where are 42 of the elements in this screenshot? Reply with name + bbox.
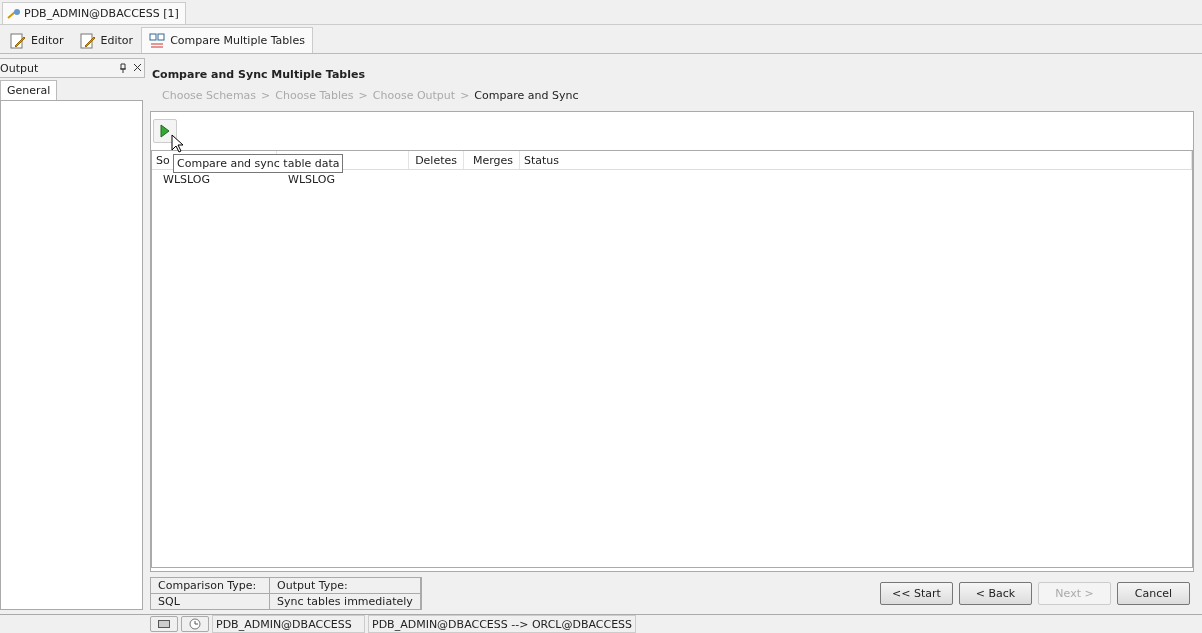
wizard-button[interactable]: << Start	[880, 581, 953, 605]
connection-icon	[7, 7, 21, 20]
step-separator: >	[261, 89, 271, 102]
status-button[interactable]	[150, 616, 178, 632]
column-header[interactable]: Status	[520, 151, 1192, 169]
status-field: PDB_ADMIN@DBACCESS --> ORCL@DBACCESS	[368, 615, 637, 633]
pin-icon[interactable]	[119, 63, 127, 73]
wizard-step: Compare and Sync	[474, 89, 579, 102]
summary-value: SQL	[151, 593, 270, 609]
wizard-title: Compare and Sync Multiple Tables	[151, 67, 366, 81]
column-header[interactable]: Deletes	[409, 151, 464, 169]
editor-tab[interactable]: Editor	[71, 27, 142, 53]
clock-icon	[189, 618, 201, 630]
close-icon[interactable]	[133, 63, 142, 72]
tooltip: Compare and sync table data	[173, 154, 344, 173]
pencil-document-icon	[79, 32, 96, 49]
wizard-step: Choose Schemas	[162, 89, 257, 102]
wizard-step: Choose Output	[372, 89, 456, 102]
status-field: PDB_ADMIN@DBACCESS	[212, 615, 365, 633]
panel-tab[interactable]: General	[0, 80, 58, 100]
cursor-icon	[171, 134, 185, 154]
editor-tab[interactable]: Editor	[2, 27, 72, 53]
status-button[interactable]	[181, 616, 209, 632]
pencil-document-icon	[10, 32, 26, 49]
table-cell-text: WLSLOG	[287, 172, 336, 186]
step-separator: >	[460, 89, 470, 102]
summary-value: Sync tables immediately	[270, 593, 421, 609]
step-separator: >	[358, 89, 368, 102]
document-tab[interactable]: PDB_ADMIN@DBACCESS [1]	[2, 2, 186, 24]
wizard-button[interactable]: < Back	[959, 581, 1032, 605]
summary-label: Output Type:	[270, 577, 421, 594]
editor-tab[interactable]: Compare Multiple Tables	[141, 27, 313, 53]
console-icon	[158, 620, 170, 628]
table-cell-text: WLSLOG	[162, 172, 211, 186]
play-icon	[160, 124, 170, 138]
tables-icon	[149, 32, 166, 49]
wizard-step: Choose Tables	[275, 89, 354, 102]
panel-title: Output	[0, 61, 39, 75]
wizard-button[interactable]: Cancel	[1117, 581, 1190, 605]
summary-label: Comparison Type:	[151, 577, 270, 594]
run-button[interactable]	[153, 119, 177, 143]
column-header[interactable]: Merges	[464, 151, 520, 169]
